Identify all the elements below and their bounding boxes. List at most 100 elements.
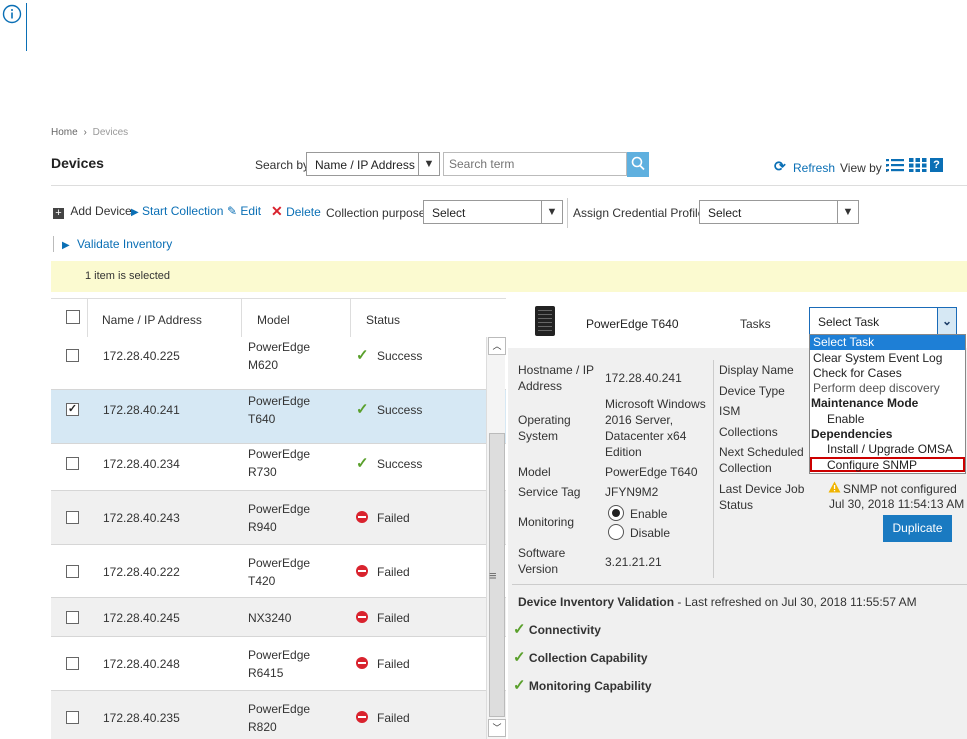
- breadcrumb: Home › Devices: [51, 127, 128, 138]
- row-model-line: PowerEdge: [248, 702, 311, 716]
- task-option-configure-snmp[interactable]: Configure SNMP: [810, 457, 965, 472]
- row-checkbox[interactable]: [66, 657, 79, 670]
- search-field-select[interactable]: Name / IP Address ▼: [306, 152, 440, 176]
- header-divider: [87, 299, 88, 337]
- table-row[interactable]: 172.28.40.225 PowerEdge M620 ✓ Success: [51, 337, 506, 390]
- chevron-down-icon: ▼: [837, 201, 858, 223]
- edit-button[interactable]: ✎ Edit: [227, 204, 261, 218]
- service-tag-value: JFYN9M2: [605, 485, 659, 499]
- software-label-line: Software: [518, 546, 566, 560]
- row-checkbox[interactable]: [66, 711, 79, 724]
- detail-divider: [713, 360, 714, 578]
- task-option-install-omsa[interactable]: Install / Upgrade OMSA: [827, 442, 953, 456]
- software-label-line: Version: [518, 562, 559, 576]
- collection-purpose-label: Collection purpose: [326, 206, 426, 220]
- task-option-enable[interactable]: Enable: [827, 412, 864, 426]
- validation-header: Device Inventory Validation - Last refre…: [518, 595, 917, 609]
- task-group-dependencies: Dependencies: [811, 427, 893, 441]
- chevron-down-icon: ⌄: [937, 308, 956, 334]
- row-checkbox[interactable]: [66, 511, 79, 524]
- scroll-down-icon[interactable]: ﹀: [488, 719, 506, 737]
- task-option-clear-sel[interactable]: Clear System Event Log: [813, 351, 942, 365]
- toolbar-divider: [53, 236, 54, 252]
- column-header-model[interactable]: Model: [257, 313, 290, 327]
- selection-banner: 1 item is selected: [51, 261, 967, 292]
- delete-button[interactable]: ✕ Delete: [271, 203, 321, 220]
- add-device-label: Add Device: [70, 204, 132, 218]
- close-icon: ✕: [271, 203, 283, 219]
- grid-view-icon[interactable]: [909, 158, 927, 175]
- device-type-label: Device Type: [719, 384, 785, 398]
- row-checkbox[interactable]: [66, 565, 79, 578]
- search-input[interactable]: [443, 152, 627, 176]
- row-checkbox[interactable]: [66, 349, 79, 362]
- refresh-button[interactable]: Refresh: [793, 161, 835, 175]
- breadcrumb-home[interactable]: Home: [51, 127, 78, 138]
- collection-purpose-value: Select: [432, 206, 466, 220]
- table-row[interactable]: 172.28.40.222 PowerEdge T420 Failed: [51, 545, 506, 598]
- monitoring-disable-radio[interactable]: [608, 524, 624, 540]
- table-row[interactable]: 172.28.40.235 PowerEdge R820 Failed: [51, 691, 506, 739]
- os-label-line: System: [518, 429, 559, 443]
- page-title: Devices: [51, 155, 104, 171]
- column-header-name[interactable]: Name / IP Address: [102, 313, 202, 327]
- validation-item-label: Collection Capability: [528, 651, 648, 665]
- table-row[interactable]: 172.28.40.248 PowerEdge R6415 Failed: [51, 637, 506, 691]
- assign-credential-value: Select: [708, 206, 742, 220]
- row-model: PowerEdge R820: [248, 700, 310, 736]
- row-status: Failed: [377, 711, 410, 725]
- task-option-check-cases[interactable]: Check for Cases: [813, 366, 902, 380]
- hostname-label-line: Hostname / IP: [518, 363, 595, 377]
- search-button[interactable]: [627, 152, 649, 177]
- next-scheduled-label: Next Scheduled Collection: [719, 444, 804, 476]
- row-model: NX3240: [248, 609, 291, 627]
- validation-item-label: Connectivity: [528, 623, 601, 637]
- task-option-select-task[interactable]: Select Task: [810, 335, 965, 350]
- assign-credential-select[interactable]: Select ▼: [699, 200, 859, 224]
- row-model: PowerEdge M620: [248, 338, 310, 374]
- table-header: Name / IP Address Model Status: [51, 298, 506, 338]
- display-name-label: Display Name: [719, 363, 794, 377]
- row-checkbox[interactable]: [66, 611, 79, 624]
- collection-purpose-select[interactable]: Select ▼: [423, 200, 563, 224]
- row-status: Success: [377, 403, 423, 417]
- refresh-icon[interactable]: ⟳: [774, 158, 786, 175]
- table-row[interactable]: 172.28.40.243 PowerEdge R940 Failed: [51, 491, 506, 545]
- list-view-icon[interactable]: [886, 158, 904, 175]
- pencil-icon: ✎: [227, 204, 238, 218]
- row-ip: 172.28.40.241: [103, 403, 180, 417]
- os-value-line: Microsoft Windows: [605, 397, 706, 411]
- row-checkbox[interactable]: ✓: [66, 403, 79, 416]
- monitoring-enable-radio[interactable]: [608, 505, 624, 521]
- table-row[interactable]: 172.28.40.245 NX3240 Failed: [51, 598, 506, 637]
- task-option-deep-discovery[interactable]: Perform deep discovery: [813, 381, 940, 395]
- row-ip: 172.28.40.245: [103, 611, 180, 625]
- row-model-line: PowerEdge: [248, 502, 311, 516]
- start-collection-button[interactable]: ▶ Start Collection: [131, 204, 223, 218]
- play-icon: ▶: [62, 240, 70, 251]
- row-model-line: PowerEdge: [248, 394, 311, 408]
- row-model-line: PowerEdge: [248, 447, 311, 461]
- validation-item-label: Monitoring Capability: [528, 679, 652, 693]
- add-device-button[interactable]: + Add Device: [53, 204, 132, 219]
- select-all-checkbox[interactable]: [66, 310, 80, 324]
- column-header-status[interactable]: Status: [366, 313, 400, 327]
- table-scrollbar[interactable]: ︿ ﹀: [486, 337, 506, 739]
- selection-count-text: 1 item is selected: [85, 270, 170, 282]
- row-model-line: PowerEdge: [248, 340, 311, 354]
- resize-handle-icon[interactable]: ≡: [489, 568, 497, 583]
- snmp-warning-text: SNMP not configured: [843, 482, 957, 496]
- collections-label: Collections: [719, 425, 778, 439]
- duplicate-button[interactable]: Duplicate: [883, 515, 952, 542]
- help-button[interactable]: ?: [930, 158, 943, 172]
- scroll-up-icon[interactable]: ︿: [488, 337, 506, 355]
- tasks-select[interactable]: Select Task ⌄: [809, 307, 957, 335]
- table-row[interactable]: ✓ 172.28.40.241 PowerEdge T640 ✓ Success: [51, 390, 506, 444]
- failed-icon: [356, 511, 368, 523]
- validate-inventory-button[interactable]: ▶ Validate Inventory: [62, 237, 172, 251]
- breadcrumb-separator: ›: [83, 127, 87, 138]
- table-row[interactable]: 172.28.40.234 PowerEdge R730 ✓ Success: [51, 444, 506, 491]
- row-checkbox[interactable]: [66, 457, 79, 470]
- failed-icon: [356, 565, 368, 577]
- last-job-label: Last Device Job Status: [719, 481, 804, 513]
